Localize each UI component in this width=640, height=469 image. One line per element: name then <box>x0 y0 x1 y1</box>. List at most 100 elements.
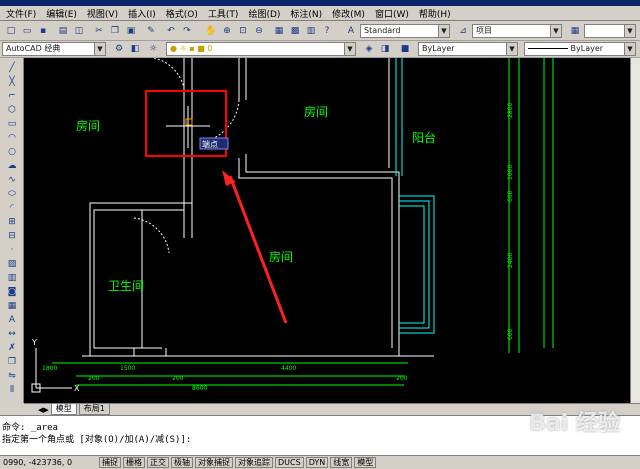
svg-text:X: X <box>74 384 80 393</box>
zoom-window-icon[interactable]: ⊡ <box>236 24 250 38</box>
new-file-icon[interactable]: □ <box>4 24 18 38</box>
vertical-scrollbar[interactable] <box>630 58 640 403</box>
status-ortho[interactable]: 正交 <box>147 457 169 468</box>
rectangle-icon[interactable]: ▭ <box>5 117 19 130</box>
open-file-icon[interactable]: ▭ <box>20 24 34 38</box>
menu-tools[interactable]: 工具(T) <box>206 7 241 20</box>
lightbulb-icon: ● ☼ ▪ ■ 0 <box>170 44 213 53</box>
make-block-icon[interactable]: ⊟ <box>5 229 19 242</box>
status-osnap[interactable]: 对象捕捉 <box>195 457 233 468</box>
status-polar[interactable]: 极轴 <box>171 457 193 468</box>
construction-line-icon[interactable]: ╳ <box>5 75 19 88</box>
menu-format[interactable]: 格式(O) <box>164 7 200 20</box>
menu-view[interactable]: 视图(V) <box>85 7 120 20</box>
preview-icon[interactable]: ◫ <box>72 24 86 38</box>
line-icon[interactable]: ╱ <box>5 61 19 74</box>
undo-icon[interactable]: ↶ <box>164 24 178 38</box>
polyline-icon[interactable]: ⌐ <box>5 89 19 102</box>
polygon-icon[interactable]: ⬡ <box>5 103 19 116</box>
dim-style-select[interactable]: 项目 ▼ <box>472 24 562 38</box>
svg-text:Y: Y <box>31 338 37 347</box>
layer-manager-icon[interactable]: ◧ <box>128 42 142 56</box>
spline-icon[interactable]: ∿ <box>5 173 19 186</box>
color-select[interactable]: ByLayer ▼ <box>418 42 518 56</box>
revision-cloud-icon[interactable]: ☁ <box>5 159 19 172</box>
room-label-1: 房间 <box>76 118 100 133</box>
layer-previous-icon[interactable]: ◨ <box>378 42 392 56</box>
workspace-settings-icon[interactable]: ⚙ <box>112 42 126 56</box>
ellipse-arc-icon[interactable]: ◜ <box>5 201 19 214</box>
tab-model[interactable]: 模型 <box>50 404 77 415</box>
insert-block-icon[interactable]: ⊞ <box>5 215 19 228</box>
ellipse-icon[interactable]: ⬭ <box>5 187 19 200</box>
print-icon[interactable]: ▤ <box>56 24 70 38</box>
copy-icon[interactable]: ❐ <box>108 24 122 38</box>
paste-icon[interactable]: ▣ <box>124 24 138 38</box>
menu-help[interactable]: 帮助(H) <box>417 7 453 20</box>
color-icon[interactable]: ■ <box>398 42 412 56</box>
point-icon[interactable]: · <box>5 243 19 256</box>
drawing-canvas[interactable]: 房间 房间 阳台 卫生间 房间 1800 1500 4400 200 200 2… <box>24 58 630 403</box>
cut-icon[interactable]: ✂ <box>92 24 106 38</box>
table-style-icon[interactable]: ▦ <box>568 24 582 38</box>
dim-linear-icon[interactable]: ↔ <box>5 327 19 340</box>
table-style-select[interactable]: ▼ <box>584 24 636 38</box>
make-current-icon[interactable]: ◈ <box>362 42 376 56</box>
room-label-3: 房间 <box>269 249 293 264</box>
region-icon[interactable]: ◙ <box>5 285 19 298</box>
menu-draw[interactable]: 绘图(D) <box>246 7 282 20</box>
chevron-down-icon: ▼ <box>344 43 355 55</box>
dim-text: 2800 <box>507 103 514 118</box>
tool-palette-icon[interactable]: ▥ <box>304 24 318 38</box>
save-icon[interactable]: ▪ <box>36 24 50 38</box>
status-ducs[interactable]: DUCS <box>275 457 304 468</box>
text-style-select[interactable]: Standard ▼ <box>360 24 450 38</box>
erase-icon[interactable]: ✗ <box>5 341 19 354</box>
dim-text: 2400 <box>507 253 514 268</box>
menu-insert[interactable]: 插入(I) <box>126 7 158 20</box>
layer-state-icon[interactable]: ☼ <box>146 42 160 56</box>
menu-bar: 文件(F) 编辑(E) 视图(V) 插入(I) 格式(O) 工具(T) 绘图(D… <box>0 6 640 21</box>
status-lineweight[interactable]: 线宽 <box>330 457 353 468</box>
zoom-previous-icon[interactable]: ⊖ <box>252 24 266 38</box>
linetype-select[interactable]: ByLayer ▼ <box>524 42 636 56</box>
offset-icon[interactable]: ⫴ <box>5 383 19 396</box>
match-prop-icon[interactable]: ✎ <box>144 24 158 38</box>
menu-file[interactable]: 文件(F) <box>4 7 38 20</box>
redo-icon[interactable]: ↷ <box>180 24 194 38</box>
hatch-icon[interactable]: ▨ <box>5 257 19 270</box>
table-icon[interactable]: ▦ <box>5 299 19 312</box>
standard-toolbar: □ ▭ ▪ ▤ ◫ ✂ ❐ ▣ ✎ ↶ ↷ ✋ ⊕ ⊡ ⊖ ▦ ▩ ▥ ? A … <box>0 21 640 41</box>
menu-edit[interactable]: 编辑(E) <box>44 7 79 20</box>
room-label-balcony: 阳台 <box>412 130 436 145</box>
circle-icon[interactable]: ○ <box>5 145 19 158</box>
chevron-down-icon: ▼ <box>94 43 105 55</box>
gradient-icon[interactable]: ▥ <box>5 271 19 284</box>
status-grid[interactable]: 栅格 <box>123 457 145 468</box>
menu-dimension[interactable]: 标注(N) <box>288 7 324 20</box>
dim-style-icon[interactable]: ⊿ <box>456 24 470 38</box>
status-snap[interactable]: 捕捉 <box>99 457 121 468</box>
menu-window[interactable]: 窗口(W) <box>373 7 411 20</box>
menu-modify[interactable]: 修改(M) <box>330 7 367 20</box>
mirror-icon[interactable]: ⇋ <box>5 369 19 382</box>
properties-icon[interactable]: ▦ <box>272 24 286 38</box>
room-label-bathroom: 卫生间 <box>108 279 144 293</box>
tab-nav-arrows[interactable]: ◀▶ <box>38 406 49 414</box>
room-label-2: 房间 <box>304 104 328 119</box>
status-model[interactable]: 模型 <box>354 457 377 468</box>
zoom-realtime-icon[interactable]: ⊕ <box>220 24 234 38</box>
arc-icon[interactable]: ◠ <box>5 131 19 144</box>
copy-object-icon[interactable]: ❐ <box>5 355 19 368</box>
status-otrack[interactable]: 对象追踪 <box>235 457 273 468</box>
text-style-icon[interactable]: A <box>344 24 358 38</box>
status-dyn[interactable]: DYN <box>305 457 329 468</box>
tab-layout1[interactable]: 布局1 <box>78 404 110 415</box>
mtext-icon[interactable]: A <box>5 313 19 326</box>
pan-icon[interactable]: ✋ <box>204 24 218 38</box>
design-center-icon[interactable]: ▩ <box>288 24 302 38</box>
osnap-tooltip-text: 端点 <box>202 139 218 149</box>
layer-select[interactable]: ● ☼ ▪ ■ 0 ▼ <box>166 42 356 56</box>
help-icon[interactable]: ? <box>320 24 334 38</box>
workspace-select[interactable]: AutoCAD 经典 ▼ <box>2 42 106 56</box>
